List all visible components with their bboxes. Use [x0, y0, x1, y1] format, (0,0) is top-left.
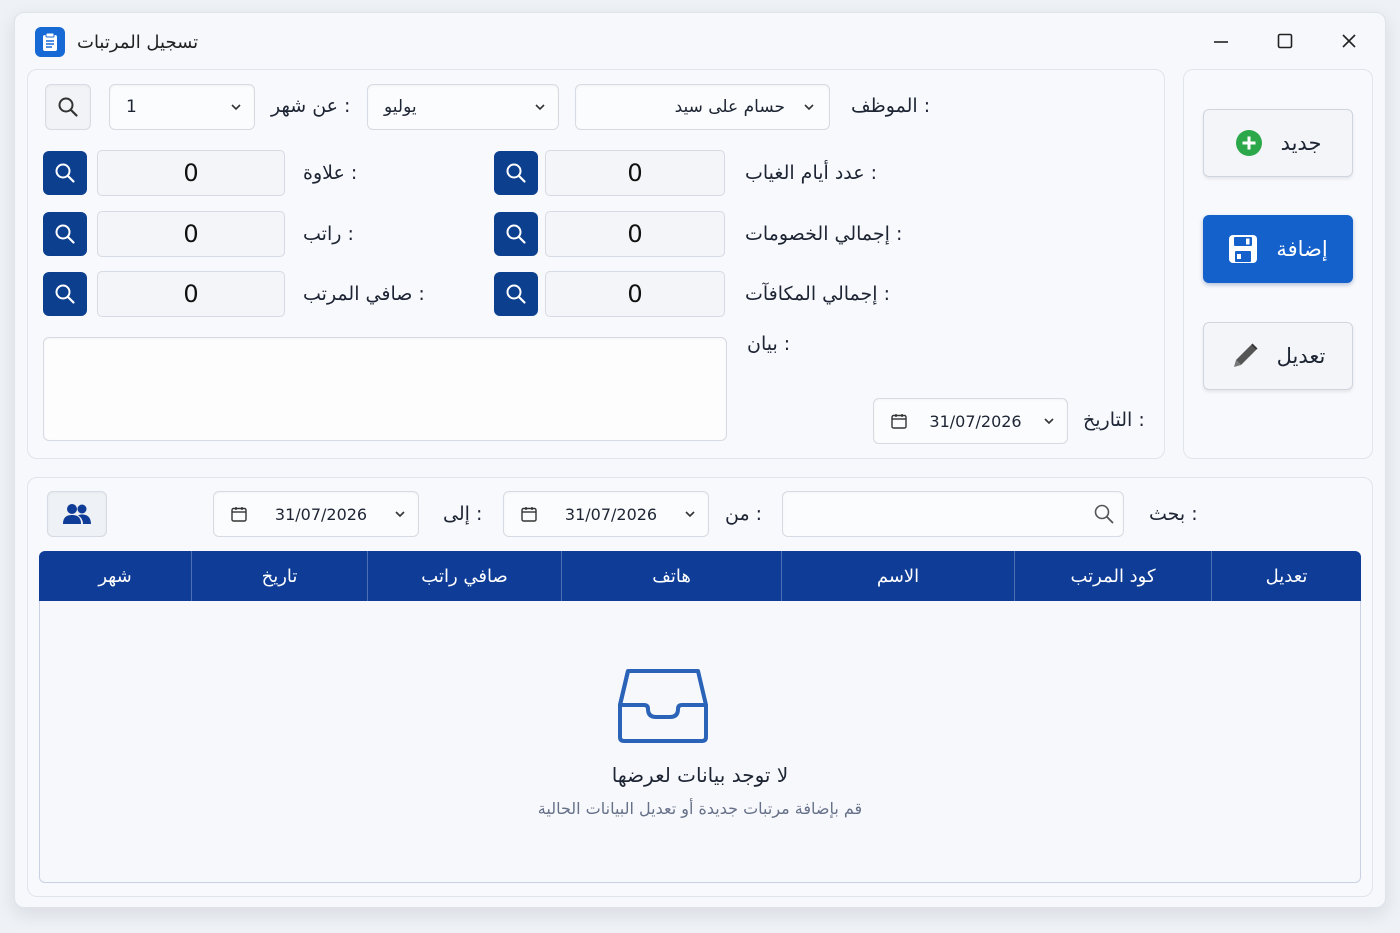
calendar-icon	[891, 414, 907, 429]
column-month[interactable]: شهر	[39, 551, 191, 601]
column-phone[interactable]: هاتف	[561, 551, 781, 601]
calendar-icon	[231, 507, 247, 522]
close-icon	[1342, 34, 1356, 48]
date-value: 31/07/2026	[929, 411, 1022, 431]
absence-days-field[interactable]: 0	[545, 150, 725, 196]
new-button[interactable]: جديد	[1203, 109, 1353, 177]
table-body: لا توجد بيانات لعرضها قم بإضافة مرتبات ج…	[39, 601, 1361, 883]
calendar-icon	[521, 507, 537, 522]
allowance-search-button[interactable]	[43, 151, 87, 195]
column-salary-code[interactable]: كود المرتب	[1014, 551, 1211, 601]
salary-window: تسجيل المرتبات الموظف : حسام على سيد يول…	[14, 12, 1386, 908]
search-icon	[506, 224, 526, 244]
allowance-field[interactable]: 0	[97, 150, 285, 196]
empty-state-title: لا توجد بيانات لعرضها	[611, 763, 789, 787]
total-bonuses-search-button[interactable]	[494, 272, 538, 316]
month-value: يوليو	[384, 97, 417, 117]
notes-textarea[interactable]	[43, 337, 727, 441]
add-button[interactable]: إضافة	[1203, 215, 1353, 283]
close-button[interactable]	[1329, 21, 1369, 61]
chevron-down-icon	[395, 511, 405, 518]
chevron-down-icon	[535, 104, 545, 111]
floppy-disk-icon	[1229, 235, 1258, 263]
date-label: التاريخ :	[1083, 409, 1145, 431]
plus-circle-icon	[1235, 130, 1262, 156]
column-net-salary[interactable]: صافي راتب	[367, 551, 561, 601]
edit-button-label: تعديل	[1276, 344, 1326, 368]
search-icon	[58, 97, 78, 117]
from-date-picker[interactable]: 31/07/2026	[503, 491, 709, 537]
minimize-icon	[1214, 41, 1228, 43]
salary-field[interactable]: 0	[97, 211, 285, 257]
net-salary-field[interactable]: 0	[97, 271, 285, 317]
search-icon	[55, 284, 75, 304]
clipboard-icon	[35, 27, 65, 57]
from-label: من :	[725, 503, 763, 525]
total-bonuses-label: إجمالي المكافآت :	[745, 283, 891, 305]
from-date-value: 31/07/2026	[564, 504, 658, 524]
month-number-value: 1	[126, 97, 137, 117]
maximize-button[interactable]	[1265, 21, 1305, 61]
add-button-label: إضافة	[1276, 237, 1328, 261]
minimize-button[interactable]	[1201, 21, 1241, 61]
to-label: إلى :	[443, 503, 483, 525]
column-name[interactable]: الاسم	[781, 551, 1014, 601]
search-icon	[506, 163, 526, 183]
empty-state-subtitle: قم بإضافة مرتبات جديدة أو تعديل البيانات…	[537, 799, 863, 818]
search-label: بحث :	[1149, 503, 1198, 525]
new-button-label: جديد	[1280, 131, 1322, 155]
inbox-icon	[618, 669, 708, 743]
month-number-select[interactable]: 1	[109, 84, 255, 130]
employee-search-button[interactable]	[45, 84, 91, 130]
allowance-label: علاوة :	[303, 162, 358, 184]
users-button[interactable]	[47, 491, 107, 537]
table-header: تعديل كود المرتب الاسم هاتف صافي راتب تا…	[39, 551, 1361, 601]
pencil-icon	[1233, 343, 1258, 367]
edit-button[interactable]: تعديل	[1203, 322, 1353, 390]
search-input[interactable]	[782, 491, 1124, 537]
column-edit[interactable]: تعديل	[1211, 551, 1361, 601]
search-icon	[55, 163, 75, 183]
users-icon	[63, 504, 91, 524]
net-salary-label: صافي المرتب :	[303, 283, 425, 305]
employee-select[interactable]: حسام على سيد	[575, 84, 830, 130]
search-icon	[1094, 504, 1114, 524]
chevron-down-icon	[1044, 418, 1054, 425]
total-deductions-field[interactable]: 0	[545, 211, 725, 257]
total-bonuses-field[interactable]: 0	[545, 271, 725, 317]
to-date-picker[interactable]: 31/07/2026	[213, 491, 419, 537]
net-salary-search-button[interactable]	[43, 272, 87, 316]
salary-search-button[interactable]	[43, 212, 87, 256]
date-picker[interactable]: 31/07/2026	[873, 398, 1068, 444]
total-deductions-label: إجمالي الخصومات :	[745, 223, 903, 245]
window-title: تسجيل المرتبات	[77, 32, 199, 53]
to-date-value: 31/07/2026	[274, 504, 368, 524]
column-date[interactable]: تاريخ	[191, 551, 367, 601]
chevron-down-icon	[231, 104, 241, 111]
search-icon	[506, 284, 526, 304]
chevron-down-icon	[685, 511, 695, 518]
search-icon	[55, 224, 75, 244]
employee-value: حسام على سيد	[674, 97, 785, 117]
month-label: عن شهر :	[271, 95, 351, 117]
maximize-icon	[1277, 33, 1293, 49]
salary-label: راتب :	[303, 223, 354, 245]
notes-label: بيان :	[747, 333, 791, 355]
absence-days-label: عدد أيام الغياب :	[745, 162, 878, 184]
month-select[interactable]: يوليو	[367, 84, 559, 130]
chevron-down-icon	[804, 104, 814, 111]
employee-label: الموظف :	[851, 95, 931, 117]
absence-days-search-button[interactable]	[494, 151, 538, 195]
total-deductions-search-button[interactable]	[494, 212, 538, 256]
